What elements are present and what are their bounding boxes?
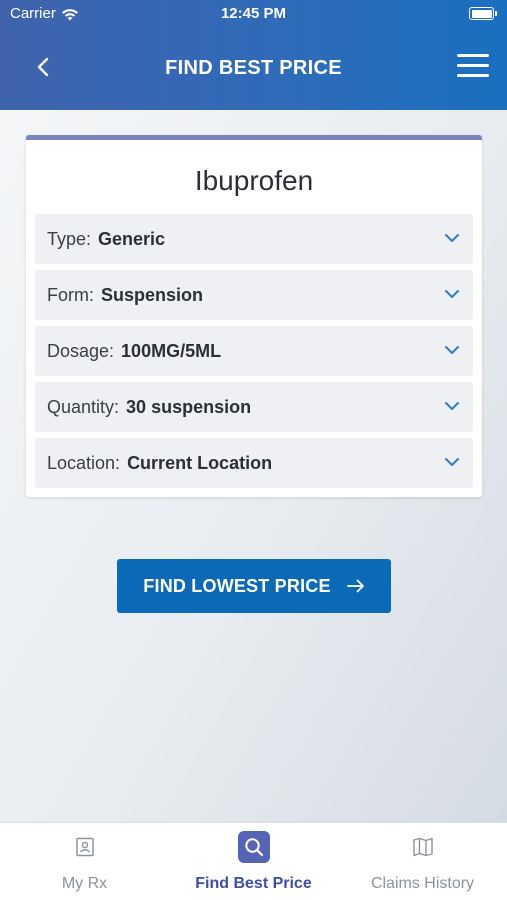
type-label: Type: [47,228,92,249]
tab-my-rx[interactable]: My Rx [0,823,169,900]
form-label: Form: [47,284,94,305]
contact-card-icon [69,831,101,863]
type-value: Generic [98,228,166,249]
page-title: FIND BEST PRICE [165,57,342,79]
form-value: Suspension [101,284,204,305]
battery-icon [469,7,497,20]
location-value: Current Location [127,452,273,473]
chevron-down-icon [445,234,459,242]
tab-label-find-best-price: Find Best Price [195,875,312,892]
dosage-value: 100MG/5ML [121,340,222,361]
main-content: Ibuprofen Type: Generic Form: Suspension… [0,110,507,822]
drug-card: Ibuprofen Type: Generic Form: Suspension… [26,135,482,497]
hamburger-menu-icon[interactable] [457,54,489,80]
type-selector[interactable]: Type: Generic [35,214,473,264]
arrow-right-icon [346,579,364,593]
quantity-selector[interactable]: Quantity: 30 suspension [35,382,473,432]
tab-label-my-rx: My Rx [61,875,108,892]
form-selector[interactable]: Form: Suspension [35,270,473,320]
tab-claims-history[interactable]: Claims History [338,823,507,900]
quantity-label: Quantity: [47,396,120,417]
chevron-down-icon [445,346,459,354]
dosage-selector[interactable]: Dosage: 100MG/5ML [35,326,473,376]
find-lowest-price-label: FIND LOWEST PRICE [143,575,331,596]
chevron-down-icon [445,290,459,298]
drug-name: Ibuprofen [194,165,314,196]
chevron-down-icon [445,402,459,410]
dosage-label: Dosage: [47,340,115,361]
location-label: Location: [47,452,121,473]
quantity-value: 30 suspension [126,396,252,417]
status-time: 12:45 PM [220,5,287,22]
chevron-down-icon [445,458,459,466]
tab-bar: My Rx Find Best Price Claims History [0,822,507,900]
map-icon [407,831,439,863]
drug-options: Type: Generic Form: Suspension Dosage: 1… [35,214,473,494]
location-selector[interactable]: Location: Current Location [35,438,473,488]
tab-find-best-price[interactable]: Find Best Price [169,823,338,900]
app-header: Carrier 12:45 PM FIND BEST PRICE [0,0,507,110]
search-icon [237,831,270,863]
status-bar: Carrier 12:45 PM [0,0,507,28]
find-lowest-price-button[interactable]: FIND LOWEST PRICE [117,559,391,613]
tab-label-claims-history: Claims History [370,875,475,892]
